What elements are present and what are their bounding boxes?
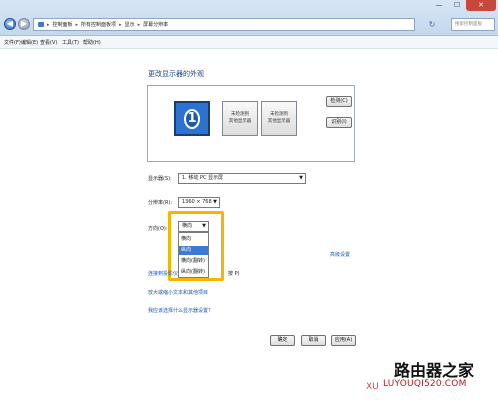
cancel-button[interactable]: 取消 <box>301 335 326 346</box>
monitor-1[interactable]: 1 <box>174 101 210 136</box>
refresh-icon[interactable]: ↻ <box>427 19 437 30</box>
breadcrumb-item[interactable]: 所有控制面板项 <box>81 21 116 28</box>
menu-help[interactable]: 帮助(H) <box>83 39 101 46</box>
breadcrumb-item[interactable]: 屏幕分辨率 <box>143 21 168 28</box>
display-value: 1. 移动 PC 显示屏 <box>182 175 224 181</box>
monitor-2[interactable]: 未检测到 其他显示器 <box>222 101 258 136</box>
menu-view[interactable]: 查看(V) <box>40 39 57 46</box>
detect-button[interactable]: 检测(C) <box>326 96 352 107</box>
projector-link[interactable]: 连接到投影仪 <box>148 270 178 277</box>
display-select[interactable]: 1. 移动 PC 显示屏 ▼ <box>178 173 306 184</box>
watermark-url: LUYOUQI520.COM <box>383 379 467 389</box>
ok-button[interactable]: 确定 <box>270 335 295 346</box>
search-input[interactable]: 搜索控制面板 <box>451 18 495 31</box>
page-title: 更改显示器的外观 <box>148 70 204 78</box>
chevron-down-icon: ▼ <box>213 199 217 205</box>
maximize-button[interactable]: ☐ <box>448 0 466 11</box>
forward-icon[interactable]: ▶ <box>18 18 30 30</box>
menu-edit[interactable]: 编辑(E) <box>21 39 38 46</box>
menu-tools[interactable]: 工具(T) <box>62 39 79 46</box>
display-label: 显示器(S): <box>148 176 172 182</box>
monitor-3[interactable]: 未检测到 其他显示器 <box>261 101 297 136</box>
identify-button[interactable]: 识别(I) <box>326 117 352 128</box>
monitor-label: 未检测到 <box>270 112 288 117</box>
monitor-label: 其他显示器 <box>228 119 252 124</box>
apply-button[interactable]: 应用(A) <box>331 335 356 346</box>
advanced-settings-link[interactable]: 高级设置 <box>330 251 350 258</box>
watermark-prefix: XU <box>366 382 379 392</box>
folder-icon <box>38 22 44 27</box>
menu-bar: 文件(F) 编辑(E) 查看(V) 工具(T) 帮助(H) <box>0 36 498 49</box>
back-icon[interactable]: ◀ <box>4 18 16 30</box>
chevron-down-icon: ▼ <box>299 175 303 181</box>
text-size-link[interactable]: 放大或缩小文本和其他项目 <box>148 289 208 296</box>
monitor-label: 其他显示器 <box>267 119 291 124</box>
resolution-label: 分辨率(R): <box>148 200 173 206</box>
help-link[interactable]: 我应该选择什么显示器设置？ <box>148 307 213 314</box>
monitor-panel: 1 未检测到 其他显示器 未检测到 其他显示器 <box>147 85 355 162</box>
menu-file[interactable]: 文件(F) <box>4 39 21 46</box>
resolution-value: 1360 × 768 <box>182 199 212 205</box>
watermark-title: 路由器之家 <box>394 361 475 380</box>
breadcrumb-item[interactable]: 控制面板 <box>53 21 73 28</box>
monitor-label: 未检测到 <box>231 112 249 117</box>
monitor-number: 1 <box>184 108 200 129</box>
close-button[interactable]: ✕ <box>466 0 496 11</box>
projector-hint: 按 P) <box>228 271 240 277</box>
resolution-select[interactable]: 1360 × 768 ▼ <box>178 197 220 208</box>
minimize-button[interactable]: — <box>430 0 448 11</box>
address-bar[interactable]: ▸ 控制面板 ▸ 所有控制面板项 ▸ 显示 ▸ 屏幕分辨率 <box>33 18 415 31</box>
orientation-label: 方向(O): <box>148 226 168 232</box>
breadcrumb-item[interactable]: 显示 <box>125 21 135 28</box>
